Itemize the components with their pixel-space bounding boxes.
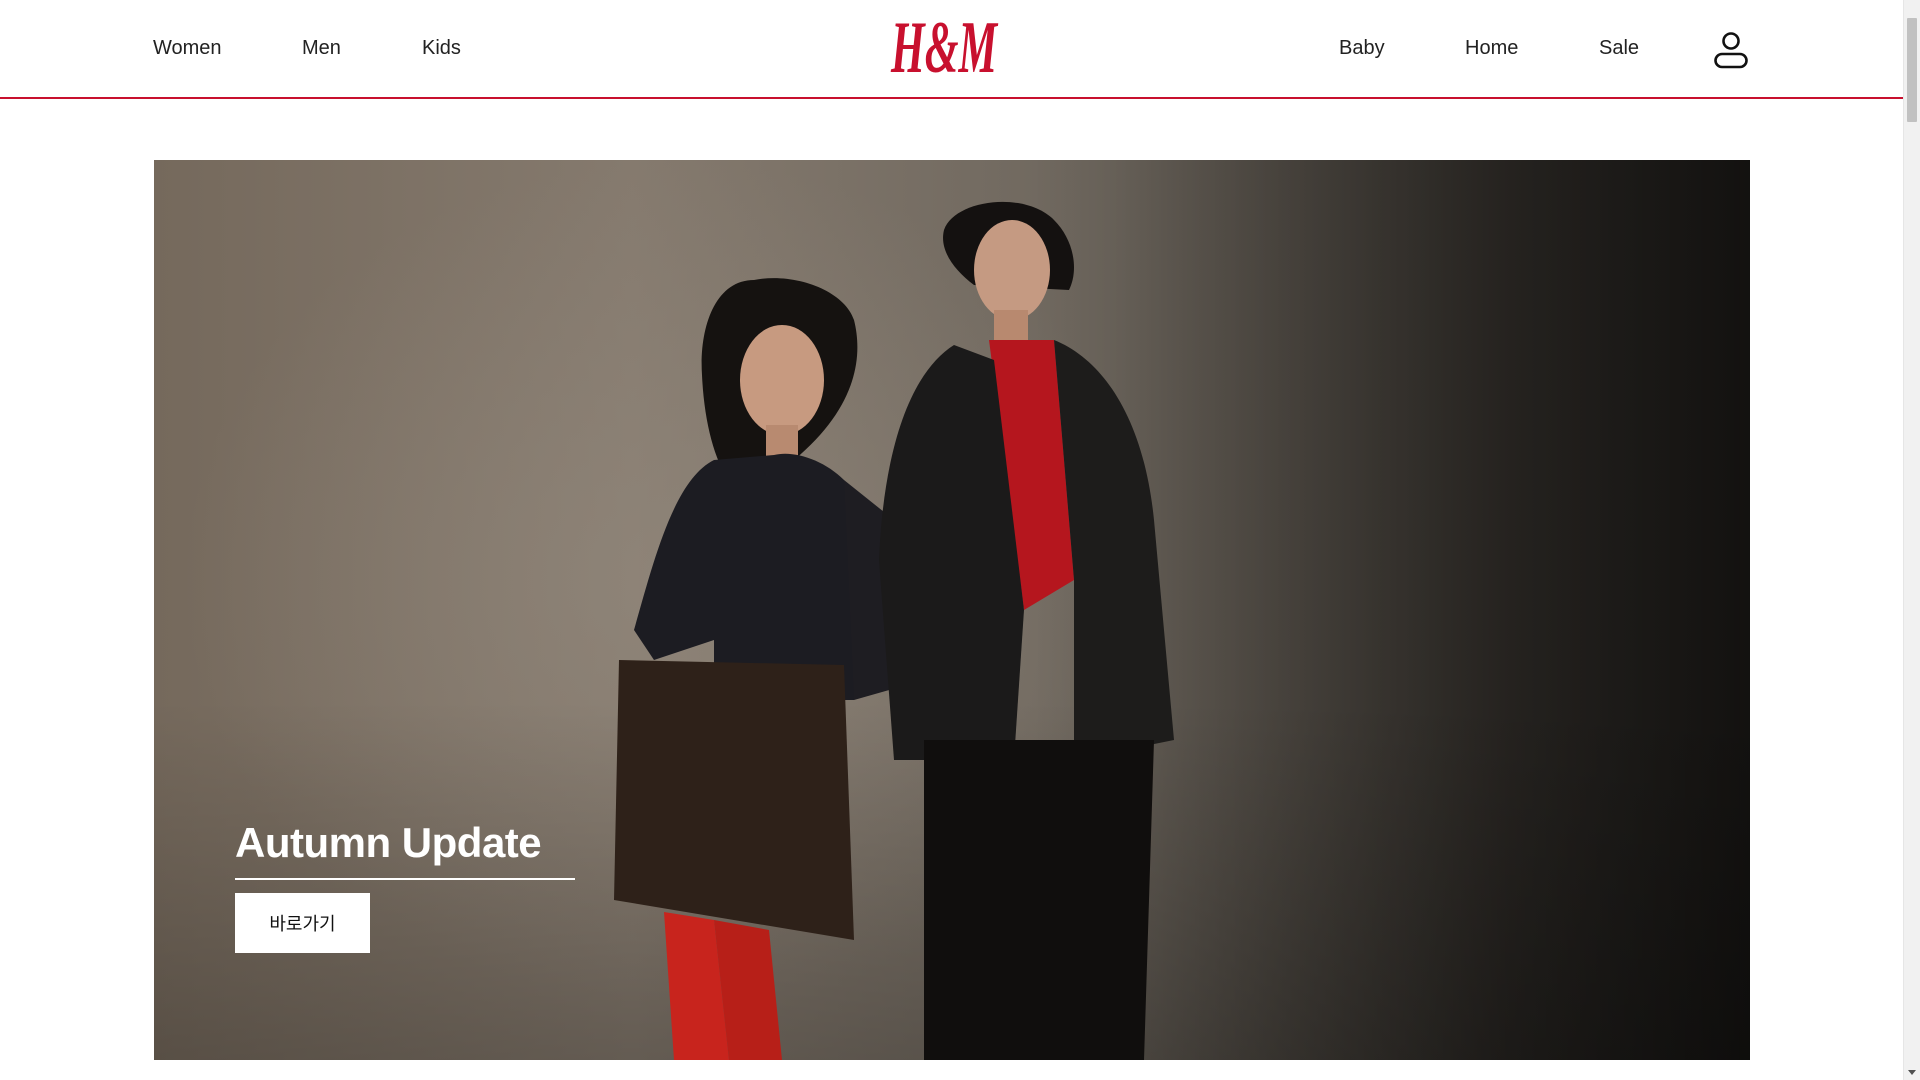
nav-link-men[interactable]: Men [302,36,341,60]
nav-link-women[interactable]: Women [153,36,222,60]
page: Women Men Kids H&M Baby Home Sale Autumn… [0,0,1903,1080]
nav-link-baby[interactable]: Baby [1339,36,1385,60]
hero-cta-button[interactable]: 바로가기 [235,893,370,953]
scroll-down-arrow-icon[interactable] [1908,1070,1916,1075]
nav-link-kids[interactable]: Kids [422,36,461,60]
nav-link-sale[interactable]: Sale [1599,36,1639,60]
hero-image [154,160,1750,1060]
logo-text: H&M [890,8,998,88]
user-icon[interactable] [1713,30,1749,70]
vertical-scrollbar[interactable] [1903,0,1920,1080]
scrollbar-thumb[interactable] [1907,18,1917,122]
hero-title: Autumn Update [235,818,576,880]
site-header: Women Men Kids H&M Baby Home Sale [0,0,1903,99]
nav-link-home[interactable]: Home [1465,36,1518,60]
hm-logo[interactable]: H&M [887,8,1002,88]
hero-banner[interactable]: Autumn Update 바로가기 [154,160,1750,1060]
